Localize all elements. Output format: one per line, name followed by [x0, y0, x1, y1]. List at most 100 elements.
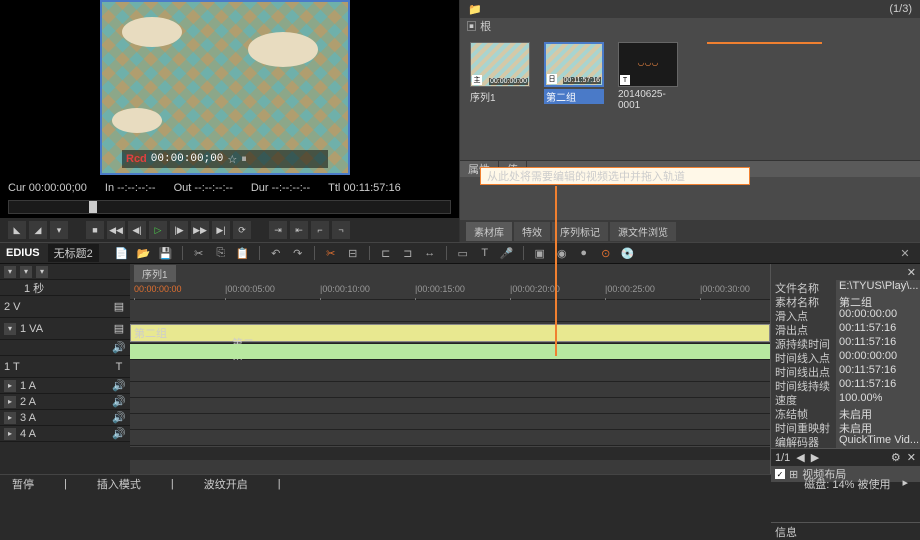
lane-1va[interactable]: 第二组 — [130, 322, 770, 344]
metadata-row: 编解码器QuickTime Vid... — [771, 434, 920, 448]
tab-effects[interactable]: 特效 — [514, 222, 550, 241]
expand-icon[interactable]: ▾ — [4, 323, 16, 335]
track-1a[interactable]: ▸1 A 🔊 — [0, 378, 130, 394]
folder-name[interactable]: 根 — [480, 21, 491, 33]
loop-btn[interactable]: ⟳ — [233, 221, 251, 239]
paste-btn[interactable]: 📋 — [234, 244, 252, 262]
lane-3a[interactable] — [130, 414, 770, 430]
capture-btn[interactable]: ● — [575, 244, 593, 262]
track-1va[interactable]: ▾ 1 VA ▤ — [0, 318, 130, 340]
save-btn[interactable]: 💾 — [157, 244, 175, 262]
audio-waveform[interactable] — [130, 344, 770, 359]
set-out-btn[interactable]: ◢ — [29, 221, 47, 239]
speaker-icon[interactable]: 🔊 — [112, 341, 126, 355]
speaker-icon[interactable]: 🔊 — [112, 411, 126, 425]
settings-btn[interactable]: ⊙ — [597, 244, 615, 262]
audio-btn[interactable]: 🎤 — [498, 244, 516, 262]
trim-out-btn[interactable]: ¬ — [332, 221, 350, 239]
title-icon[interactable]: T — [112, 360, 126, 374]
expand-icon[interactable]: ▾ — [20, 266, 32, 278]
trim-tool[interactable]: ⊏ — [377, 244, 395, 262]
preview-scrubber[interactable] — [8, 200, 451, 214]
expand-icon[interactable]: ▸ — [902, 476, 908, 492]
lane-1va-audio[interactable]: 第二组 第二组 — [130, 344, 770, 360]
folder-icon[interactable]: ▣ — [466, 21, 477, 33]
undo-btn[interactable]: ↶ — [267, 244, 285, 262]
expand-icon[interactable]: ▾ — [4, 266, 16, 278]
cut-btn[interactable]: ✂ — [190, 244, 208, 262]
preview-panel: Rcd 00:00:00;00 ☆ ⏸ Cur 00:00:00;00 In -… — [0, 0, 460, 242]
prev-frame-btn[interactable]: ◀| — [128, 221, 146, 239]
track-4a[interactable]: ▸4 A 🔊 — [0, 426, 130, 442]
record-overlay: Rcd 00:00:00;00 ☆ ⏸ — [122, 150, 328, 168]
status-disk: 磁盘: 14% 被使用 — [804, 476, 890, 492]
bin-clip[interactable]: ◡◡◡T 20140625-0001 — [618, 42, 678, 152]
delete-gap-btn[interactable]: ⊟ — [344, 244, 362, 262]
render-btn[interactable]: ▣ — [531, 244, 549, 262]
lane-2v[interactable] — [130, 300, 770, 322]
tab-source[interactable]: 源文件浏览 — [610, 222, 676, 241]
timeline-scrollbar[interactable] — [130, 446, 770, 460]
track-2a[interactable]: ▸2 A 🔊 — [0, 394, 130, 410]
track-1va-audio[interactable]: 🔊 — [0, 340, 130, 356]
track-1t[interactable]: 1 T T — [0, 356, 130, 378]
transition-btn[interactable]: ▭ — [454, 244, 472, 262]
bin-clip-selected[interactable]: 日00:11:57:16 第二组 — [544, 42, 604, 152]
lane-1a[interactable] — [130, 382, 770, 398]
overwrite-btn[interactable]: ⇤ — [290, 221, 308, 239]
video-icon[interactable]: ▤ — [112, 300, 126, 314]
track-3a[interactable]: ▸3 A 🔊 — [0, 410, 130, 426]
open-btn[interactable]: 📂 — [135, 244, 153, 262]
stop-btn[interactable]: ■ — [86, 221, 104, 239]
tab-markers[interactable]: 序列标记 — [552, 222, 608, 241]
expand-icon[interactable]: ▾ — [36, 266, 48, 278]
rec-label: Rcd — [126, 153, 147, 165]
lane-2a[interactable] — [130, 398, 770, 414]
tab-bin[interactable]: 素材库 — [466, 222, 512, 241]
close-icon[interactable]: ✕ — [907, 451, 916, 464]
timeline-toolbar: EDIUS 无标题2 📄 📂 💾 ✂ ⎘ 📋 ↶ ↷ ✂ ⊟ ⊏ ⊐ ↔ ▭ T… — [0, 242, 920, 264]
bin-folder-icon[interactable]: 📁 — [468, 3, 482, 16]
metadata-row: 文件名称E:\TYUS\Play\... — [771, 280, 920, 294]
split-btn[interactable]: ✂ — [322, 244, 340, 262]
close-icon[interactable]: ✕ — [907, 266, 916, 279]
speaker-icon[interactable]: 🔊 — [112, 395, 126, 409]
copy-btn[interactable]: ⎘ — [212, 244, 230, 262]
speaker-icon[interactable]: 🔊 — [112, 427, 126, 441]
video-icon[interactable]: ▤ — [112, 322, 126, 336]
close-btn[interactable]: ✕ — [896, 244, 914, 262]
play-btn[interactable]: ▷ — [149, 221, 167, 239]
preview-monitor[interactable]: Rcd 00:00:00;00 ☆ ⏸ — [100, 0, 350, 175]
set-in-btn[interactable]: ◣ — [8, 221, 26, 239]
bin-clip[interactable]: 主00:00:00:00 序列1 — [470, 42, 530, 152]
new-btn[interactable]: 📄 — [113, 244, 131, 262]
next-frame-btn[interactable]: |▶ — [170, 221, 188, 239]
bin-thumbnails: 主00:00:00:00 序列1 日00:11:57:16 第二组 ◡◡◡T 2… — [460, 34, 920, 160]
rew-btn[interactable]: ◀◀ — [107, 221, 125, 239]
timeline-ruler[interactable]: 00:00:00:00 |00:00:05:00 |00:00:10:00 |0… — [130, 282, 770, 300]
slide-tool[interactable]: ↔ — [421, 244, 439, 262]
settings-icon[interactable]: ⚙ — [891, 451, 901, 464]
slip-tool[interactable]: ⊐ — [399, 244, 417, 262]
lane-4a[interactable] — [130, 430, 770, 446]
checkbox-icon[interactable]: ✓ — [775, 469, 785, 479]
burn-btn[interactable]: 💿 — [619, 244, 637, 262]
end-btn[interactable]: ▶| — [212, 221, 230, 239]
clip[interactable]: 第二组 — [130, 324, 770, 342]
track-2v[interactable]: 2 V ▤ — [0, 296, 130, 318]
prev-icon[interactable]: ◀ — [796, 451, 804, 464]
scrubber-handle[interactable] — [89, 201, 97, 213]
timeline-canvas[interactable]: 序列1 00:00:00:00 |00:00:05:00 |00:00:10:0… — [130, 264, 770, 474]
redo-btn[interactable]: ↷ — [289, 244, 307, 262]
sequence-tab[interactable]: 序列1 — [134, 265, 176, 282]
mark-btn[interactable]: ▾ — [50, 221, 68, 239]
speaker-icon[interactable]: 🔊 — [112, 379, 126, 393]
insert-btn[interactable]: ⇥ — [269, 221, 287, 239]
trim-in-btn[interactable]: ⌐ — [311, 221, 329, 239]
time-scale[interactable]: 1 秒 — [24, 280, 44, 296]
status-insert: 插入模式 — [97, 476, 141, 492]
ffwd-btn[interactable]: ▶▶ — [191, 221, 209, 239]
lane-1t[interactable] — [130, 360, 770, 382]
next-icon[interactable]: ▶ — [811, 451, 819, 464]
title-btn[interactable]: T — [476, 244, 494, 262]
